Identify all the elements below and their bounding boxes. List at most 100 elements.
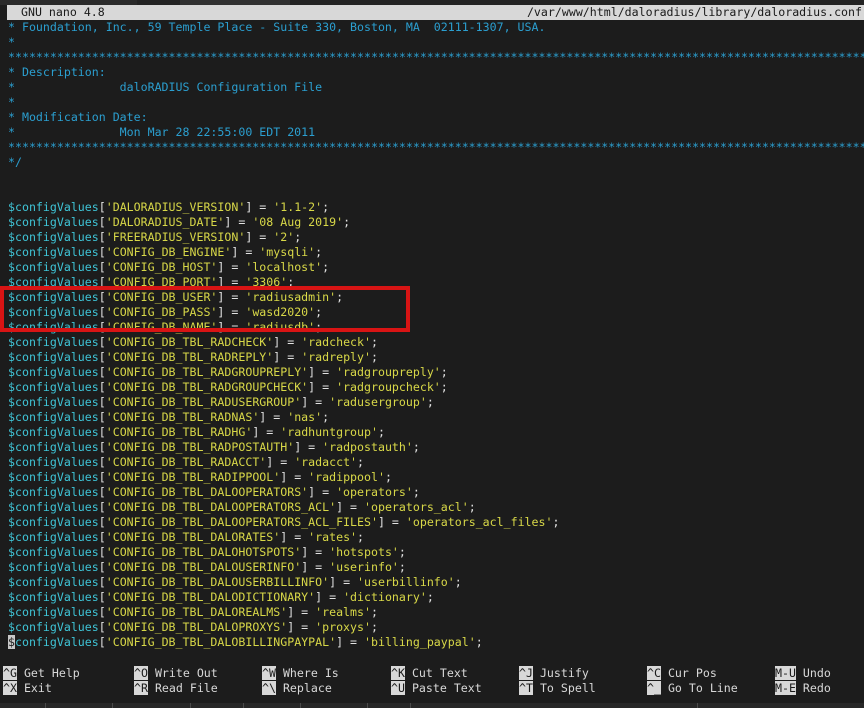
window-bottom-divider [697,703,698,708]
shortcut-key: M-U [775,666,796,680]
shortcut-label: Replace [276,681,332,695]
config-line[interactable]: $configValues['CONFIG_DB_TBL_DALODICTION… [8,590,864,605]
comment-line[interactable]: * Mon Mar 28 22:55:00 EDT 2011 [8,125,864,140]
config-line[interactable]: $configValues['CONFIG_DB_NAME'] = 'radiu… [8,320,864,335]
shortcut-label: Exit [17,681,52,695]
comment-line[interactable]: * [8,35,864,50]
config-line[interactable]: $configValues['CONFIG_DB_TBL_DALOOPERATO… [8,515,864,530]
shortcut-undo: M-U Undo [775,666,831,681]
config-line[interactable]: $configValues['CONFIG_DB_TBL_RADREPLY'] … [8,350,864,365]
comment-line[interactable]: * Description: [8,65,864,80]
shortcut-key: ^C [647,666,661,680]
config-line[interactable]: $configValues['CONFIG_DB_TBL_DALOPROXYS'… [8,620,864,635]
config-line[interactable]: $configValues['CONFIG_DB_TBL_DALOBILLING… [8,635,864,650]
comment-line[interactable]: * Foundation, Inc., 59 Temple Place - Su… [8,20,864,35]
shortcut-label: Paste Text [405,681,482,695]
window-bottom-divider [300,703,301,708]
shortcut-key: ^J [519,666,533,680]
shortcut-label: To Spell [533,681,596,695]
shortcut-key: ^X [3,681,17,695]
shortcut-exit: ^X Exit [3,681,52,696]
shortcut-label: Undo [796,666,831,680]
config-line[interactable]: $configValues['CONFIG_DB_HOST'] = 'local… [8,260,864,275]
shortcut-bar-row-1: ^G Get Help ^O Write Out ^W Where Is ^K Cut… [0,666,864,681]
shortcut-write-out: ^O Write Out [134,666,218,681]
shortcut-key: ^U [391,681,405,695]
config-line[interactable]: $configValues['CONFIG_DB_PASS'] = 'wasd2… [8,305,864,320]
shortcut-label: Go To Line [661,681,738,695]
window-bottom-edge [0,703,864,708]
editor-content[interactable]: * Foundation, Inc., 59 Temple Place - Su… [0,20,864,652]
config-line[interactable]: $configValues['FREERADIUS_VERSION'] = '2… [8,230,864,245]
text-cursor: $ [8,635,15,649]
window-bottom-divider [45,703,46,708]
config-line[interactable]: $configValues['DALORADIUS_VERSION'] = '1… [8,200,864,215]
comment-line[interactable]: ****************************************… [8,50,864,65]
terminal-window: GNU nano 4.8 /var/www/html/daloradius/li… [0,0,864,708]
config-line[interactable]: $configValues['CONFIG_DB_TBL_DALOOPERATO… [8,485,864,500]
config-line[interactable]: $configValues['CONFIG_DB_TBL_DALOOPERATO… [8,500,864,515]
shortcut-justify: ^J Justify [519,666,589,681]
shortcut-get-help: ^G Get Help [3,666,80,681]
shortcut-label: Cut Text [405,666,468,680]
blank-line[interactable] [8,170,864,185]
shortcut-label: Get Help [17,666,80,680]
config-line[interactable]: $configValues['CONFIG_DB_TBL_RADPOSTAUTH… [8,440,864,455]
blank-line[interactable] [8,185,864,200]
shortcut-key: ^T [519,681,533,695]
shortcut-where-is: ^W Where Is [262,666,339,681]
config-line[interactable]: $configValues['CONFIG_DB_PORT'] = '3306'… [8,275,864,290]
shortcut-cut-text: ^K Cut Text [391,666,468,681]
shortcut-key: ^\ [262,681,276,695]
shortcut-label: Justify [533,666,589,680]
comment-line[interactable]: */ [8,155,864,170]
shortcut-key: ^G [3,666,17,680]
config-line[interactable]: $configValues['CONFIG_DB_USER'] = 'radiu… [8,290,864,305]
shortcut-label: Redo [796,681,831,695]
comment-line[interactable]: * [8,95,864,110]
file-path: /var/www/html/daloradius/library/dalorad… [527,5,864,20]
config-line[interactable]: $configValues['CONFIG_DB_TBL_RADGROUPREP… [8,365,864,380]
nano-version-title: GNU nano 4.8 [7,5,105,20]
config-line[interactable]: $configValues['CONFIG_DB_TBL_RADGROUPCHE… [8,380,864,395]
shortcut-key: ^W [262,666,276,680]
shortcut-label: Write Out [148,666,218,680]
shortcut-label: Cur Pos [661,666,717,680]
shortcut-key: ^O [134,666,148,680]
comment-line[interactable]: * Modification Date: [8,110,864,125]
config-line[interactable]: $configValues['CONFIG_DB_TBL_DALOUSERBIL… [8,575,864,590]
shortcut-replace: ^\ Replace [262,681,332,696]
config-line[interactable]: $configValues['CONFIG_DB_ENGINE'] = 'mys… [8,245,864,260]
config-line[interactable]: $configValues['CONFIG_DB_TBL_RADNAS'] = … [8,410,864,425]
window-bottom-divider [367,703,368,708]
config-line[interactable]: $configValues['DALORADIUS_DATE'] = '08 A… [8,215,864,230]
shortcut-read-file: ^R Read File [134,681,218,696]
config-line[interactable]: $configValues['CONFIG_DB_TBL_RADIPPOOL']… [8,470,864,485]
comment-line[interactable]: * daloRADIUS Configuration File [8,80,864,95]
window-bottom-divider [112,703,113,708]
shortcut-bar-row-2: ^X Exit ^R Read File ^\ Replace ^U Paste Te… [0,681,864,696]
shortcut-label: Read File [148,681,218,695]
config-line[interactable]: $configValues['CONFIG_DB_TBL_DALOHOTSPOT… [8,545,864,560]
window-bottom-divider [243,703,244,708]
config-line[interactable]: $configValues['CONFIG_DB_TBL_DALOUSERINF… [8,560,864,575]
shortcut-redo: M-E Redo [775,681,831,696]
shortcut-key: ^_ [647,681,661,695]
window-bottom-divider [410,703,411,708]
shortcut-key: M-E [775,681,796,695]
shortcut-label: Where Is [276,666,339,680]
shortcut-go-to-line: ^_ Go To Line [647,681,738,696]
config-line[interactable]: $configValues['CONFIG_DB_TBL_RADHG'] = '… [8,425,864,440]
window-bottom-divider [190,703,191,708]
config-line[interactable]: $configValues['CONFIG_DB_TBL_DALOREALMS'… [8,605,864,620]
config-line[interactable]: $configValues['CONFIG_DB_TBL_DALORATES']… [8,530,864,545]
shortcut-cur-pos: ^C Cur Pos [647,666,717,681]
shortcut-paste-text: ^U Paste Text [391,681,482,696]
config-line[interactable]: $configValues['CONFIG_DB_TBL_RADACCT'] =… [8,455,864,470]
config-line[interactable]: $configValues['CONFIG_DB_TBL_RADCHECK'] … [8,335,864,350]
shortcut-key: ^R [134,681,148,695]
nano-titlebar: GNU nano 4.8 /var/www/html/daloradius/li… [7,5,864,20]
comment-line[interactable]: ****************************************… [8,140,864,155]
shortcut-key: ^K [391,666,405,680]
config-line[interactable]: $configValues['CONFIG_DB_TBL_RADUSERGROU… [8,395,864,410]
